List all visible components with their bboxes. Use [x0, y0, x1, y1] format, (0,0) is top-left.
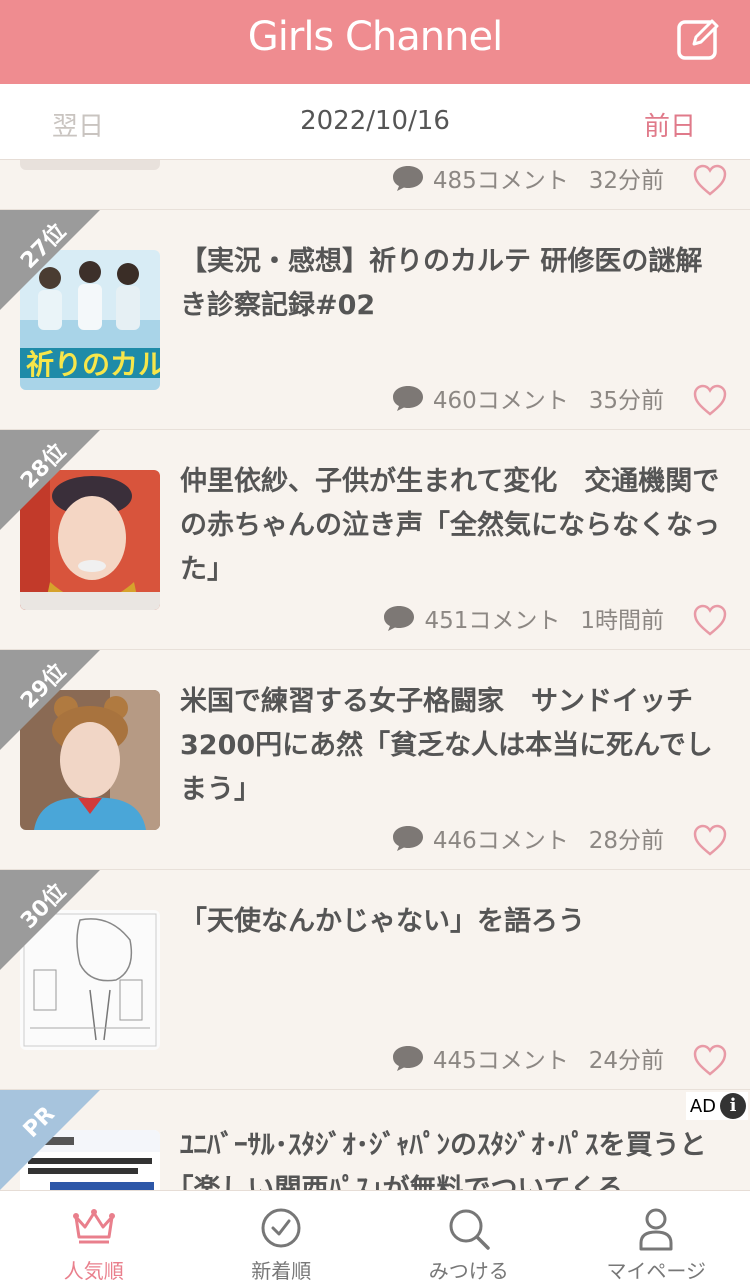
rank-ribbon: 29位	[0, 650, 100, 750]
comment-icon	[392, 166, 423, 191]
comment-icon	[384, 606, 415, 631]
comment-count: 460コメント	[432, 388, 569, 414]
comment-count: 446コメント	[432, 828, 569, 854]
topic-meta: 446コメント 28分前	[391, 821, 664, 855]
tab-label: 人気順	[63, 1259, 124, 1283]
rank-ribbon: 30位	[0, 870, 100, 970]
topic-title[interactable]: 【実況・感想】祈りのカルテ 研修医の謎解き診察記録#02	[180, 240, 725, 328]
heart-icon[interactable]	[692, 603, 728, 637]
person-icon	[639, 1208, 673, 1251]
topic-meta: 445コメント 24分前	[391, 1041, 664, 1075]
comment-icon	[392, 826, 423, 851]
app-title: Girls Channel	[247, 14, 503, 60]
topic-thumbnail	[20, 160, 160, 170]
heart-icon[interactable]	[692, 823, 728, 857]
tab-popular[interactable]: 人気順	[0, 1191, 188, 1287]
tab-label: 新着順	[251, 1259, 312, 1283]
heart-icon[interactable]	[692, 383, 728, 417]
post-time: 28分前	[588, 828, 664, 854]
topic-row[interactable]: 29位 米国で練習する女子格闘家 サンドイッチ3200円にあ然「貧乏な人は本当に…	[0, 650, 750, 870]
topic-row[interactable]: 28位 仲里依紗、子供が生まれて変化 交通機関での赤ちゃんの泣き声「全然気になら…	[0, 430, 750, 650]
post-time: 24分前	[588, 1048, 664, 1074]
crown-icon	[72, 1209, 115, 1244]
date-navigation: 翌日 2022/10/16 前日	[0, 84, 750, 160]
current-date: 2022/10/16	[300, 106, 450, 136]
comment-count: 485コメント	[432, 168, 569, 194]
app-header: Girls Channel	[0, 0, 750, 84]
svg-text:祈りのカルテ: 祈りのカルテ	[26, 348, 160, 381]
compose-icon[interactable]	[676, 16, 722, 62]
topic-title[interactable]: 米国で練習する女子格闘家 サンドイッチ3200円にあ然「貧乏な人は本当に死んでし…	[180, 680, 725, 812]
post-time: 1時間前	[580, 608, 664, 634]
topic-row-partial[interactable]: 485コメント 32分前	[0, 160, 750, 210]
post-time: 32分前	[588, 168, 664, 194]
topic-meta: 451コメント 1時間前	[382, 601, 664, 635]
tab-mypage[interactable]: マイページ	[563, 1191, 750, 1287]
topic-meta: 485コメント 32分前	[391, 161, 664, 195]
ad-title[interactable]: ﾕﾆﾊﾞｰｻﾙ･ｽﾀｼﾞｵ･ｼﾞｬﾊﾟﾝのｽﾀｼﾞｵ･ﾊﾟｽを買うと｢楽しい関西…	[180, 1124, 725, 1190]
rank-ribbon: 28位	[0, 430, 100, 530]
ad-badge[interactable]: AD i	[685, 1092, 748, 1120]
comment-icon	[392, 386, 423, 411]
heart-icon[interactable]	[692, 163, 728, 197]
search-icon	[449, 1209, 490, 1250]
comment-icon	[392, 1046, 423, 1071]
topic-row[interactable]: 祈りのカルテ 27位 【実況・感想】祈りのカルテ 研修医の謎解き診察記録#02 …	[0, 210, 750, 430]
pr-ribbon: PR	[0, 1090, 100, 1190]
topic-title[interactable]: 仲里依紗、子供が生まれて変化 交通機関での赤ちゃんの泣き声「全然気にならなくなっ…	[180, 460, 725, 592]
tab-newest[interactable]: 新着順	[188, 1191, 376, 1287]
comment-count: 451コメント	[424, 608, 561, 634]
topic-meta: 460コメント 35分前	[391, 381, 664, 415]
info-icon[interactable]: i	[720, 1093, 746, 1119]
topic-list: 485コメント 32分前 祈りのカルテ 27位 【実況・感想】祈りのカルテ 研修…	[0, 160, 750, 1190]
previous-day-link[interactable]: 前日	[644, 106, 696, 143]
post-time: 35分前	[588, 388, 664, 414]
topic-title[interactable]: 「天使なんかじゃない」を語ろう	[180, 900, 725, 944]
heart-icon[interactable]	[692, 1043, 728, 1077]
bottom-tab-bar: 人気順 新着順 みつける マイページ	[0, 1190, 750, 1287]
ad-label: AD	[689, 1095, 716, 1117]
tab-label: マイページ	[606, 1259, 707, 1283]
ad-row[interactable]: PR AD i ﾕﾆﾊﾞｰｻﾙ･ｽﾀｼﾞｵ･ｼﾞｬﾊﾟﾝのｽﾀｼﾞｵ･ﾊﾟｽを買…	[0, 1090, 750, 1190]
tab-search[interactable]: みつける	[375, 1191, 563, 1287]
topic-row[interactable]: 30位 「天使なんかじゃない」を語ろう 445コメント 24分前	[0, 870, 750, 1090]
clock-icon	[261, 1208, 301, 1248]
rank-ribbon: 27位	[0, 210, 100, 310]
tab-label: みつける	[428, 1259, 509, 1283]
comment-count: 445コメント	[432, 1048, 569, 1074]
